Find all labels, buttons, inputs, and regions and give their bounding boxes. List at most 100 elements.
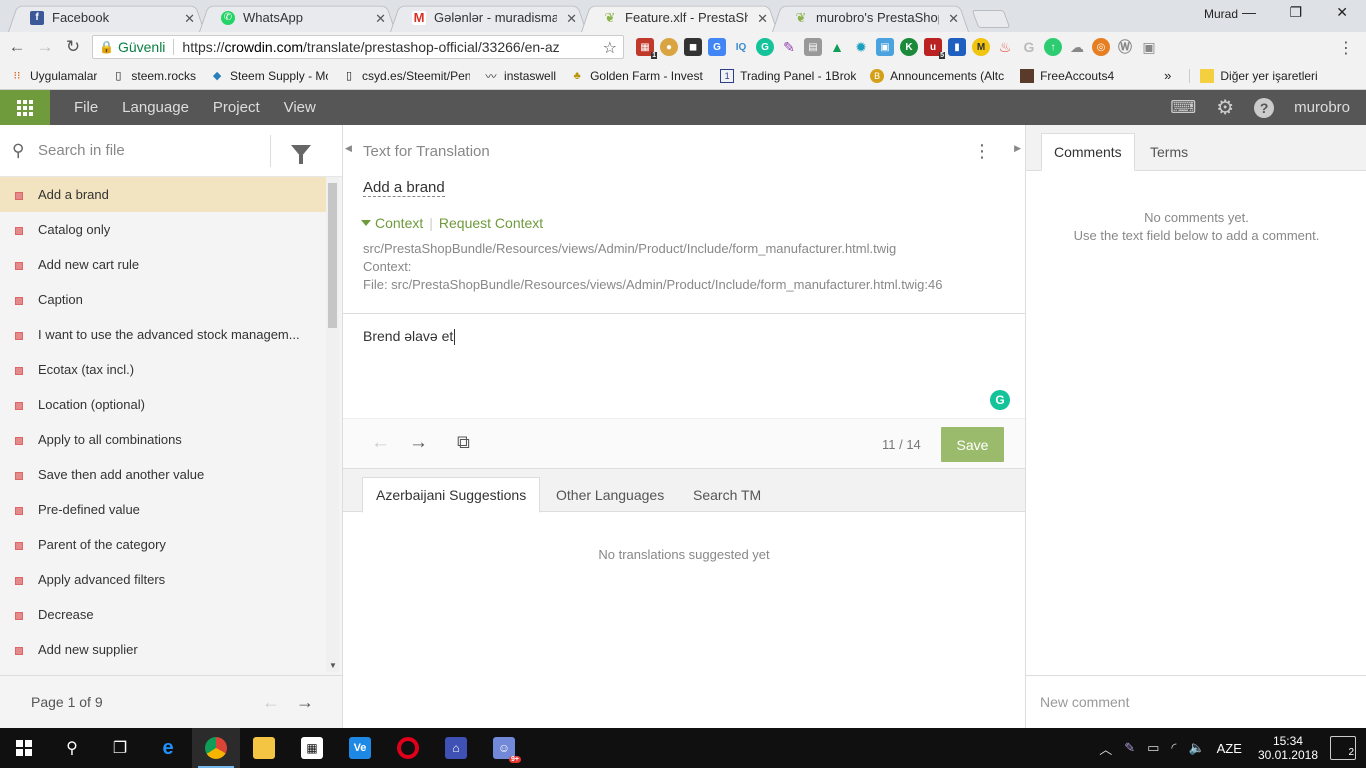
ball-icon[interactable]: ◎: [1092, 38, 1110, 56]
username[interactable]: murobro: [1294, 99, 1350, 116]
collapse-right-icon[interactable]: ▶: [1014, 143, 1021, 154]
forward-arrow-icon[interactable]: →: [34, 37, 56, 57]
battery-icon[interactable]: ▭: [1147, 740, 1159, 756]
iq-icon[interactable]: IQ: [732, 38, 750, 56]
gear-icon[interactable]: ⚙: [1216, 95, 1234, 120]
feather-tray-icon[interactable]: ✎: [1124, 740, 1135, 756]
k-extension-icon[interactable]: K: [900, 38, 918, 56]
search-icon[interactable]: ⚲: [48, 728, 96, 768]
bookmarks-more-chevron[interactable]: »: [1164, 68, 1171, 83]
collapse-left-icon[interactable]: ◀: [345, 143, 352, 154]
fire-icon[interactable]: ♨: [996, 38, 1014, 56]
grammarly-icon[interactable]: G: [990, 390, 1010, 410]
list-item[interactable]: Apply to all combinations: [0, 422, 326, 457]
chrome-icon[interactable]: [192, 728, 240, 768]
tab-azerbaijani-suggestions[interactable]: Azerbaijani Suggestions: [362, 477, 541, 513]
back-arrow-icon[interactable]: ←: [6, 37, 28, 57]
close-tab-icon[interactable]: ✕: [566, 11, 577, 27]
apps-menu-button[interactable]: [0, 90, 50, 125]
more-options-icon[interactable]: ⋮: [973, 141, 991, 162]
close-tab-icon[interactable]: ✕: [757, 11, 768, 27]
browser-tab-facebook[interactable]: f Facebook ✕: [8, 3, 205, 32]
bookmark-trading-panel[interactable]: 1 Trading Panel - 1Brok: [720, 68, 856, 83]
previous-string-arrow-icon[interactable]: ←: [371, 432, 390, 454]
bookmark-star-icon[interactable]: ☆: [603, 38, 617, 58]
request-context-link[interactable]: Request Context: [439, 215, 543, 231]
list-item[interactable]: Pre-defined value: [0, 492, 326, 527]
minimize-button[interactable]: —: [1242, 4, 1256, 20]
copy-source-icon[interactable]: ⧉: [457, 432, 470, 453]
wordpress-icon[interactable]: Ⓦ: [1116, 38, 1134, 56]
vegas-icon[interactable]: Ve: [336, 728, 384, 768]
translation-input[interactable]: Brend əlavə et: [363, 328, 456, 346]
bookmark-steem-rocks[interactable]: ▯ steem.rocks: [111, 69, 196, 83]
close-tab-icon[interactable]: ✕: [375, 11, 386, 27]
ublock-icon[interactable]: u5: [924, 38, 945, 59]
keyboard-icon[interactable]: ⌨: [1170, 97, 1196, 118]
bookmark-golden-farm[interactable]: ♣ Golden Farm - Invest: [570, 69, 706, 83]
close-window-button[interactable]: ✕: [1336, 4, 1348, 21]
strings-scrollbar[interactable]: ▼: [326, 177, 339, 672]
list-item[interactable]: Catalog only: [0, 212, 326, 247]
context-toggle[interactable]: Context: [375, 215, 423, 231]
store-icon[interactable]: ▦: [288, 728, 336, 768]
extension-icon[interactable]: ▣: [876, 38, 894, 56]
notification-center-icon[interactable]: 2: [1330, 736, 1356, 760]
scroll-down-icon[interactable]: ▼: [329, 661, 337, 670]
list-item[interactable]: Add new cart rule: [0, 247, 326, 282]
list-item[interactable]: Ecotax (tax incl.): [0, 352, 326, 387]
feather-icon[interactable]: ✎: [780, 38, 798, 56]
task-view-icon[interactable]: ❐: [96, 728, 144, 768]
prev-page-arrow-icon[interactable]: ←: [262, 692, 280, 713]
list-item[interactable]: Caption: [0, 282, 326, 317]
list-item[interactable]: Add a brand: [0, 177, 326, 212]
list-item[interactable]: Save then add another value: [0, 457, 326, 492]
scrollbar-thumb[interactable]: [328, 183, 337, 328]
google-drive-icon[interactable]: ▲: [828, 38, 846, 56]
volume-icon[interactable]: 🔈: [1188, 740, 1204, 756]
browser-menu-icon[interactable]: ⋮: [1338, 38, 1354, 58]
extension-icon[interactable]: ↑: [1044, 38, 1062, 56]
bookmark-apps[interactable]: ⁝⁝ Uygulamalar: [10, 69, 98, 83]
tab-search-tm[interactable]: Search TM: [680, 477, 774, 513]
browser-tab-gmail[interactable]: M Gələnlər - muradismayilz ✕: [390, 3, 587, 32]
search-input[interactable]: Search in file: [38, 142, 270, 159]
bookmark-instaswell[interactable]: 〰 instaswell: [484, 69, 557, 83]
menu-file[interactable]: File: [74, 99, 98, 116]
gear-extension-icon[interactable]: ✹: [852, 38, 870, 56]
extension-icon[interactable]: ▤: [804, 38, 822, 56]
language-indicator[interactable]: AZE: [1217, 741, 1242, 756]
close-tab-icon[interactable]: ✕: [948, 11, 959, 27]
wifi-icon[interactable]: ◜: [1171, 740, 1176, 756]
other-bookmarks[interactable]: Diğer yer işaretleri: [1189, 68, 1318, 83]
save-button[interactable]: Save: [941, 427, 1004, 462]
google-icon[interactable]: G: [1020, 38, 1038, 56]
clock[interactable]: 15:34 30.01.2018: [1258, 734, 1318, 762]
windows-start-icon[interactable]: [0, 728, 48, 768]
browser-tab-feature-xlf[interactable]: ❦ Feature.xlf - PrestaShop ✕: [581, 3, 778, 32]
tab-terms[interactable]: Terms: [1138, 133, 1200, 171]
url-text[interactable]: https://crowdin.com/translate/prestashop…: [182, 39, 559, 55]
next-page-arrow-icon[interactable]: →: [296, 692, 314, 713]
bookmark-steem-supply[interactable]: ◆Steem Supply - Moni: [210, 69, 328, 83]
next-string-arrow-icon[interactable]: →: [409, 432, 428, 454]
network-app-icon[interactable]: ⌂: [432, 728, 480, 768]
list-item[interactable]: Location (optional): [0, 387, 326, 422]
list-item[interactable]: Decrease: [0, 597, 326, 632]
list-item[interactable]: Add new supplier: [0, 632, 326, 667]
extension-icon[interactable]: ◼: [684, 38, 702, 56]
list-item[interactable]: I want to use the advanced stock managem…: [0, 317, 326, 352]
menu-view[interactable]: View: [284, 99, 316, 116]
window-user-label[interactable]: Murad: [1204, 7, 1238, 21]
grammarly-icon[interactable]: G: [756, 38, 774, 56]
opera-icon[interactable]: [384, 728, 432, 768]
cookie-icon[interactable]: ●: [660, 38, 678, 56]
reload-icon[interactable]: ↻: [62, 37, 84, 57]
bookmark-extension-icon[interactable]: ▮: [948, 38, 966, 56]
close-tab-icon[interactable]: ✕: [184, 11, 195, 27]
tab-comments[interactable]: Comments: [1041, 133, 1135, 171]
menu-project[interactable]: Project: [213, 99, 260, 116]
bookmark-freeaccounts[interactable]: FreeAccouts4: [1020, 68, 1114, 83]
discord-icon[interactable]: ☺ 9+: [480, 728, 528, 768]
omnibox[interactable]: 🔒 Güvenli https://crowdin.com/translate/…: [92, 35, 624, 59]
